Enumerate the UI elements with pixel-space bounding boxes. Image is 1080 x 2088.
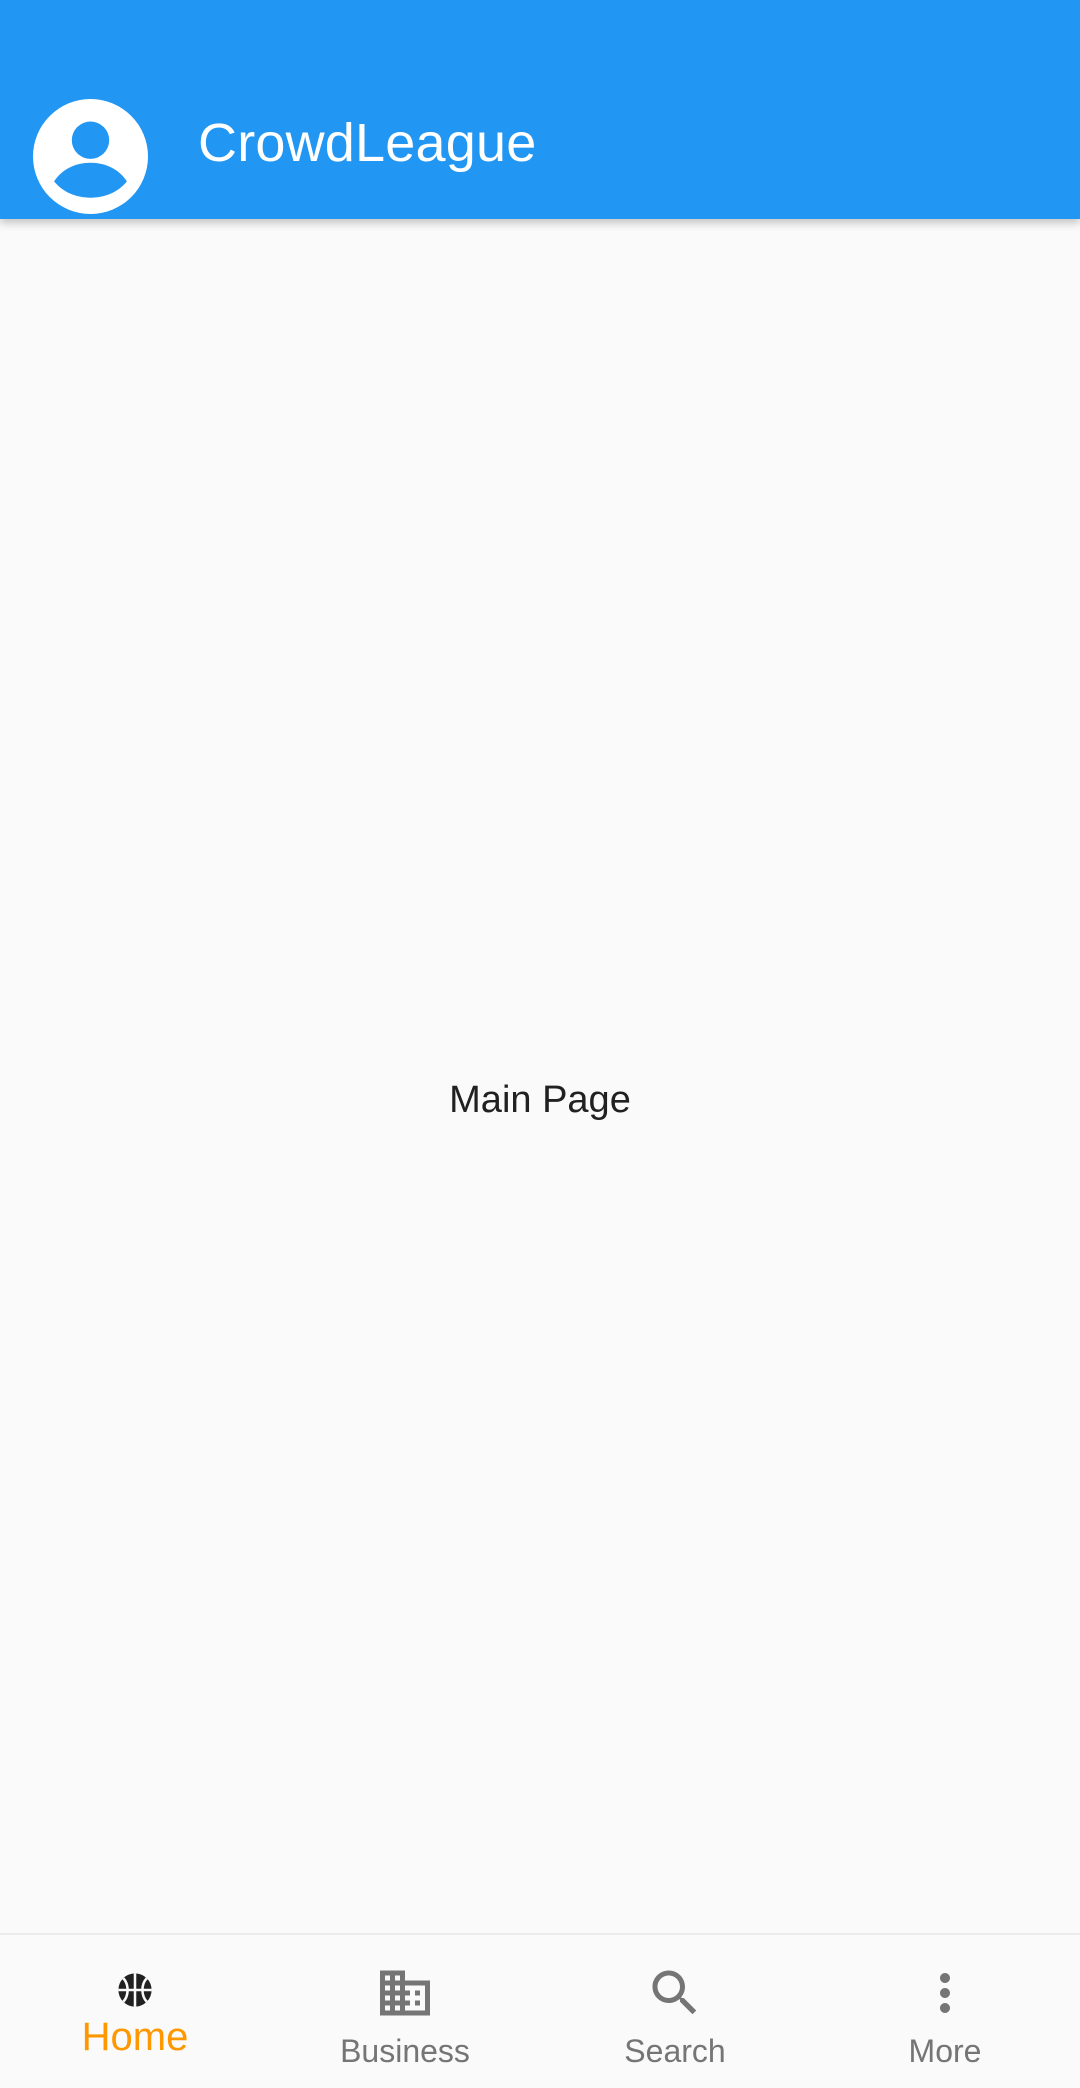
account-circle-icon[interactable] [33,99,148,214]
search-icon [645,1963,705,2023]
more-vertical-icon [915,1963,975,2023]
main-content: Main Page [0,219,1080,1933]
business-building-icon [375,1963,435,2023]
bottom-navigation-bar: Home Business Search More [0,1933,1080,2088]
nav-item-search[interactable]: Search [540,1935,810,2088]
main-page-text: Main Page [449,1078,631,1121]
nav-label-more: More [908,2033,982,2069]
nav-item-more[interactable]: More [810,1935,1080,2088]
nav-label-home: Home [81,2015,189,2059]
nav-item-business[interactable]: Business [270,1935,540,2088]
app-bar: CrowdLeague [0,0,1080,219]
nav-label-search: Search [624,2033,726,2069]
nav-item-home[interactable]: Home [0,1935,270,2088]
nav-label-business: Business [340,2033,470,2069]
app-screen: CrowdLeague Main Page Home Business Sear… [0,0,1080,2088]
basketball-icon [116,1971,154,2009]
app-title: CrowdLeague [198,113,537,173]
